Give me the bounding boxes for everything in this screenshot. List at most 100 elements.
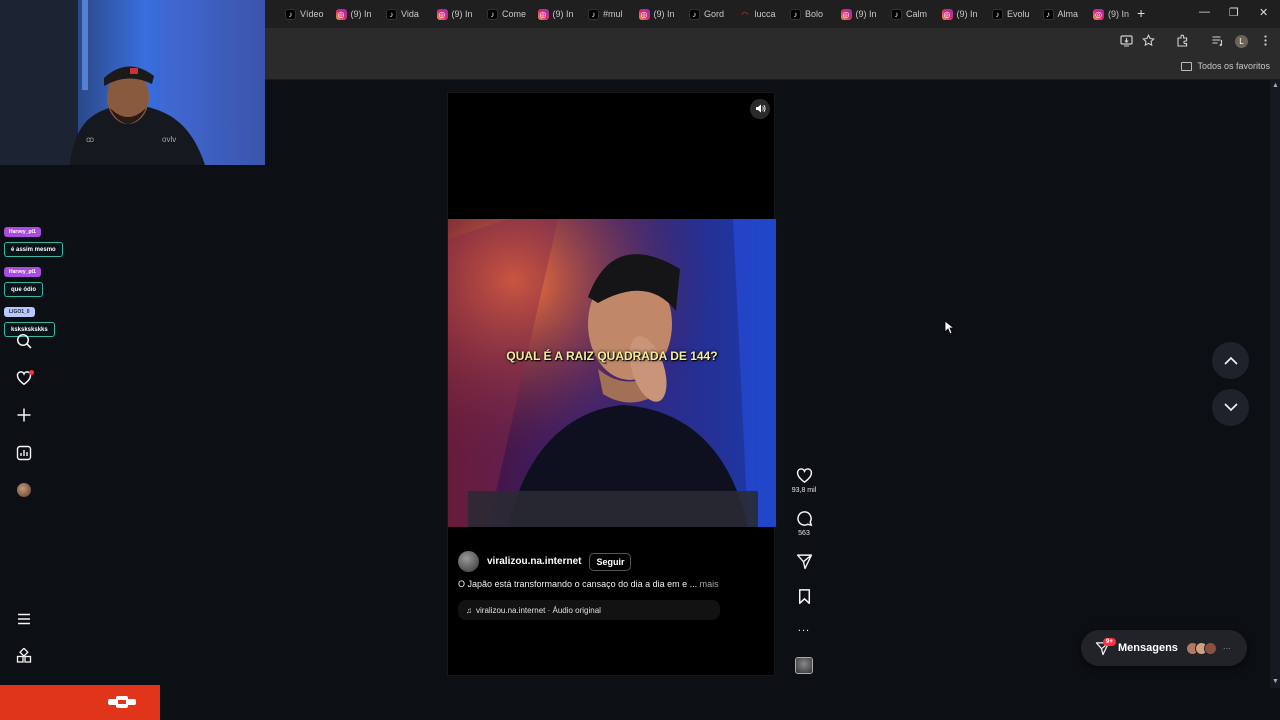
tab-title: (9) In [653,9,675,19]
restore-button[interactable]: ❐ [1229,6,1239,19]
install-app-icon[interactable] [1119,34,1133,48]
svg-text:ovlv: ovlv [162,135,176,144]
browser-tab[interactable]: ♪ Vídeo [285,5,333,23]
reel-author: viralizou.na.internet Seguir [458,551,632,572]
tiktok-icon: ♪ [285,8,296,20]
reel-player[interactable]: QUAL É A RAIZ QUADRADA DE 144? viralizou… [447,92,776,676]
tab-title: Bolo [805,9,824,19]
stream-overlay-bar [0,685,160,720]
all-bookmarks-label: Todos os favoritos [1197,61,1270,71]
instagram-icon: ◎ [1093,8,1104,20]
page-scrollbar[interactable]: ▲ ▼ [1270,80,1280,688]
close-window-button[interactable]: ✕ [1259,6,1268,19]
chat-text: que ódio [4,282,43,297]
new-tab-button[interactable]: + [1137,5,1145,21]
media-controls-icon[interactable] [1210,34,1224,48]
tab-title: (9) In [451,9,473,19]
reel-video[interactable]: QUAL É A RAIZ QUADRADA DE 144? [448,219,776,527]
save-bookmark-icon[interactable] [796,588,813,605]
extensions-icon[interactable] [1175,34,1189,48]
reel-description: O Japão está transformando o cansaço do … [458,579,719,589]
browser-tab[interactable]: ◎ (9) In [436,5,485,23]
instagram-icon: ◎ [436,8,448,20]
tiktok-icon: ♪ [588,8,599,20]
tab-title: Gord [704,9,725,19]
profile-avatar-nav[interactable] [17,483,31,497]
browser-tab[interactable]: ♪ Evolu [992,5,1040,23]
tiktok-icon: ♪ [689,8,700,20]
lucca-icon: ◠ [741,9,749,19]
instagram-icon: ◎ [638,8,650,20]
tab-title: #mul [603,9,623,19]
chevron-up-icon [1223,356,1238,365]
next-reel-button[interactable] [1212,389,1249,426]
follow-button[interactable]: Seguir [589,552,632,571]
also-from-meta-icon[interactable] [16,647,32,664]
author-username[interactable]: viralizou.na.internet [487,556,581,567]
share-paper-plane-icon[interactable] [796,553,813,570]
browser-tab[interactable]: ◎ (9) In [335,5,384,23]
audio-thumbnail[interactable] [795,657,813,674]
browser-tab[interactable]: ◠ lucca [740,5,788,23]
search-icon[interactable] [16,333,32,349]
instagram-icon: ◎ [335,8,347,20]
share-action[interactable] [786,553,822,570]
conversation-avatar [1203,641,1217,655]
tab-title: (9) In [552,9,574,19]
notification-dot [29,370,34,375]
browser-tab[interactable]: ♪ Gord [689,5,737,23]
tiktok-icon: ♪ [790,8,801,20]
all-bookmarks-button[interactable]: Todos os favoritos [1181,61,1270,71]
chat-username: LIGO1_0 [4,307,35,317]
browser-tab[interactable]: ◎ (9) In [840,5,889,23]
instagram-icon: ◎ [537,8,549,20]
browser-tab[interactable]: ♪ Bolo [790,5,838,23]
comment-count: 563 [798,530,810,537]
minimize-button[interactable]: — [1199,6,1210,18]
tiktok-icon: ♪ [487,8,498,20]
more-dots-icon: ··· [1222,643,1231,653]
svg-text:ꝏ: ꝏ [86,135,94,144]
more-options-icon[interactable]: ... [786,622,822,634]
browser-menu-icon[interactable] [1258,34,1272,48]
messages-button[interactable]: 9+ Mensagens ··· [1081,630,1247,666]
profile-avatar[interactable]: L [1235,35,1248,48]
screen: ♪ Vídeo ◎ (9) In ♪ Vida ◎ (9) In ♪ Come ◎ (9) In ♪ #m… [0,0,1280,720]
chat-message: Harvey_pt1 é assim mesmo [4,220,63,257]
previous-reel-button[interactable] [1212,342,1249,379]
save-action[interactable] [786,588,822,605]
author-avatar[interactable] [458,551,479,572]
more-menu-icon[interactable] [16,611,32,627]
dashboard-insights-icon[interactable] [16,445,32,461]
mute-toggle-icon[interactable] [750,99,770,119]
browser-tab[interactable]: ◎ (9) In [941,5,990,23]
chat-message: Harvey_pt1 que ódio [4,260,63,297]
browser-tab[interactable]: ♪ Alma [1042,5,1091,23]
mouse-cursor-icon [944,320,954,335]
tiktok-icon: ♪ [891,8,902,20]
tab-title: lucca [754,9,776,19]
browser-tab[interactable]: ◎ (9) In [1093,5,1141,23]
browser-tab[interactable]: ♪ Calm [891,5,939,23]
audio-pill[interactable]: ♫ viralizou.na.internet · Áudio original [458,600,720,620]
tiktok-icon: ♪ [992,8,1003,20]
tab-title: (9) In [855,9,877,19]
like-heart-icon[interactable] [796,467,813,484]
tab-title: Evolu [1007,9,1030,19]
instagram-icon: ◎ [941,8,953,20]
tiktok-icon: ♪ [386,8,397,20]
scroll-down-arrow-icon[interactable]: ▼ [1272,678,1279,685]
like-action[interactable]: 93,8 mil [786,467,822,494]
browser-tab[interactable]: ♪ #mul [588,5,636,23]
browser-tab[interactable]: ◎ (9) In [537,5,586,23]
browser-tab[interactable]: ♪ Vida [386,5,434,23]
comment-action[interactable]: 563 [786,510,822,537]
comment-bubble-icon[interactable] [796,510,813,527]
create-plus-icon[interactable] [16,407,32,423]
bookmark-star-icon[interactable] [1141,33,1155,48]
browser-tab[interactable]: ◎ (9) In [638,5,687,23]
more-link[interactable]: mais [700,579,719,589]
scroll-up-arrow-icon[interactable]: ▲ [1272,82,1279,89]
browser-tab[interactable]: ♪ Come [487,5,535,23]
chevron-down-icon [1223,403,1238,412]
